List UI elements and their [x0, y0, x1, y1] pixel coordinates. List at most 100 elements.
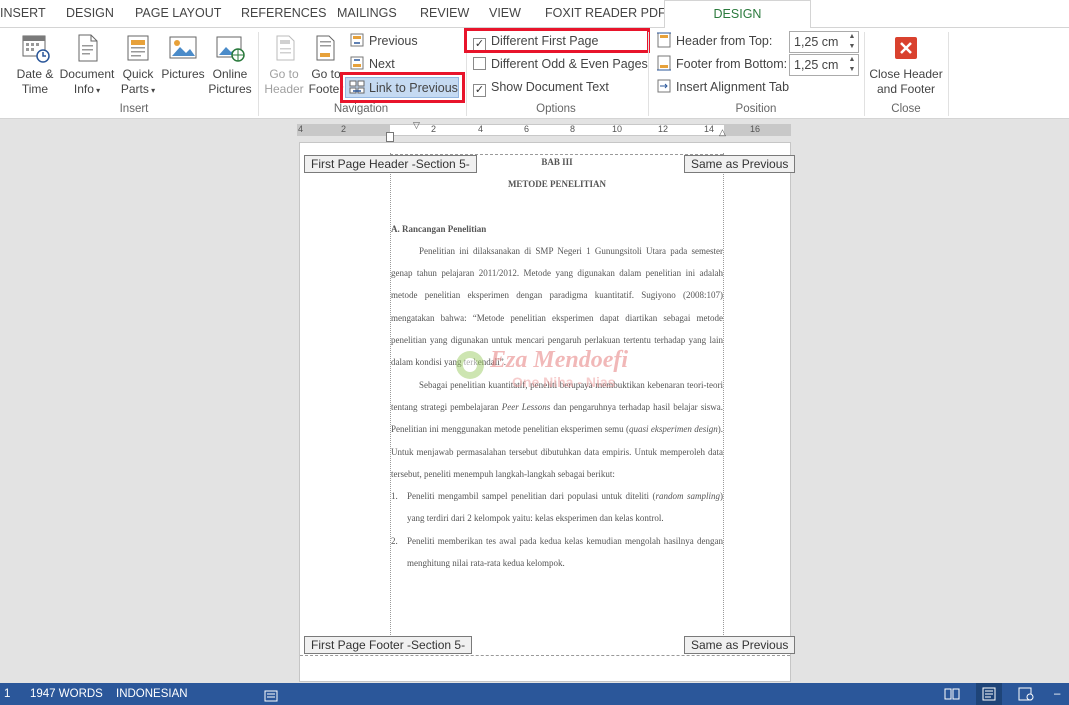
date-time-button[interactable]: Date & Time	[12, 32, 58, 97]
show-document-text-label: Show Document Text	[491, 80, 609, 94]
language-indicator[interactable]: INDONESIAN	[116, 683, 188, 705]
tab-stop-marker-icon[interactable]	[386, 132, 394, 142]
go-to-header-label-2: Header	[264, 82, 304, 96]
tab-foxit-reader-pdf[interactable]: FOXIT READER PDF	[545, 0, 666, 27]
tab-references[interactable]: REFERENCES	[241, 0, 326, 27]
show-document-text-checkbox[interactable]: ✓ Show Document Text	[473, 77, 609, 97]
watermark-title: Eza Mendoefi	[489, 347, 628, 373]
page-indicator[interactable]: 1	[4, 683, 10, 705]
document-page[interactable]: First Page Header -Section 5- Same as Pr…	[299, 142, 796, 682]
spin-arrows-icon[interactable]: ▲ ▼	[846, 32, 858, 52]
watermark-logo: Eza Mendoefi One Niha - Nias	[452, 343, 682, 393]
next-label: Next	[369, 57, 395, 71]
group-separator	[948, 32, 949, 116]
link-to-previous-highlight	[340, 72, 465, 103]
options-group-label: Options	[536, 103, 576, 115]
footer-from-bottom-value: 1,25 cm	[794, 58, 839, 72]
ruler-tick: 16	[750, 124, 761, 134]
go-to-footer-label-1: Go to	[311, 67, 341, 81]
insert-group-label: Insert	[119, 103, 149, 115]
ruler-tick: 10	[612, 124, 623, 134]
go-to-header-icon	[268, 32, 300, 64]
next-section-icon	[349, 55, 365, 71]
tab-insert[interactable]: INSERT	[0, 0, 46, 27]
online-pictures-icon	[214, 32, 246, 64]
close-icon	[890, 32, 922, 64]
tab-mailings[interactable]: MAILINGS	[337, 0, 397, 27]
ruler-tick: 8	[570, 124, 576, 134]
different-odd-even-label: Different Odd & Even Pages	[491, 57, 648, 71]
insert-alignment-tab-label: Insert Alignment Tab	[676, 80, 790, 94]
navigation-group-label: Navigation	[333, 103, 389, 115]
chapter-title: METODE PENELITIAN	[507, 179, 607, 190]
footer-position-icon	[656, 55, 672, 71]
document-info-button[interactable]: Document Info ▾	[58, 32, 116, 98]
close-header-footer-label-2: and Footer	[876, 82, 936, 96]
different-odd-even-checkbox[interactable]: Different Odd & Even Pages	[473, 54, 648, 74]
checkmark-icon: ✓	[473, 84, 486, 97]
print-layout-icon[interactable]	[976, 683, 1002, 705]
header-from-top-value: 1,25 cm	[794, 35, 839, 49]
date-time-label-2: Time	[21, 82, 49, 96]
quick-parts-icon	[122, 32, 154, 64]
online-pictures-button[interactable]: Online Pictures	[207, 32, 253, 97]
pictures-button[interactable]: Pictures	[160, 32, 206, 82]
position-group-label: Position	[735, 103, 777, 115]
group-separator	[648, 32, 649, 116]
spin-arrows-icon[interactable]: ▲ ▼	[846, 55, 858, 75]
go-to-header-label-1: Go to	[269, 67, 299, 81]
macro-record-icon[interactable]	[264, 688, 278, 705]
go-to-footer-icon	[310, 32, 342, 64]
header-from-top-input[interactable]: 1,25 cm ▲ ▼	[789, 31, 859, 53]
close-group-label: Close	[891, 103, 921, 115]
document-info-icon	[71, 32, 103, 64]
tab-review[interactable]: REVIEW	[420, 0, 469, 27]
footer-from-bottom-label: Footer from Bottom:	[676, 57, 788, 71]
pictures-label: Pictures	[161, 67, 205, 81]
indent-marker-icon[interactable]: ▽	[413, 120, 420, 131]
ribbon-tab-bar: INSERT DESIGN PAGE LAYOUT REFERENCES MAI…	[0, 0, 1069, 28]
quick-parts-label-2: Parts	[120, 82, 149, 96]
empty-checkbox-icon	[473, 57, 486, 70]
header-from-top-label-row: Header from Top:	[656, 31, 772, 51]
previous-button[interactable]: Previous	[349, 31, 418, 51]
quick-parts-button[interactable]: Quick Parts ▾	[119, 32, 157, 98]
insert-alignment-tab-button[interactable]: Insert Alignment Tab	[656, 77, 789, 97]
next-button[interactable]: Next	[349, 54, 395, 74]
tab-header-footer-design[interactable]: DESIGN	[664, 0, 811, 28]
ruler-tick: 4	[298, 124, 304, 134]
tab-design[interactable]: DESIGN	[66, 0, 114, 27]
footer-same-as-previous-tag: Same as Previous	[684, 636, 796, 654]
document-info-label-2: Info	[73, 82, 94, 96]
group-separator	[864, 32, 865, 116]
ruler-tick: 14	[704, 124, 715, 134]
date-time-label-1: Date &	[16, 67, 54, 81]
close-header-footer-button[interactable]: Close Header and Footer	[868, 32, 944, 97]
read-mode-icon[interactable]	[944, 687, 960, 705]
tab-page-layout[interactable]: PAGE LAYOUT	[135, 0, 221, 27]
go-to-footer-label-2: Footer	[308, 82, 344, 96]
ruler-tick: 6	[524, 124, 530, 134]
horizontal-ruler[interactable]: 4 2 2 4 6 8 10 12 14 16 ▽ △	[297, 120, 791, 138]
ribbon: Date & Time Document Info ▾ Quick Parts …	[0, 27, 1069, 119]
right-margin-guide	[723, 153, 724, 653]
word-count[interactable]: 1947 WORDS	[30, 683, 103, 705]
go-to-header-button[interactable]: Go to Header	[262, 32, 306, 97]
tab-view[interactable]: VIEW	[489, 0, 521, 27]
quick-parts-label-1: Quick	[122, 67, 154, 81]
calendar-clock-icon	[19, 32, 51, 64]
zoom-out-button[interactable]: –	[1054, 683, 1060, 705]
picture-icon	[167, 32, 199, 64]
watermark-subtitle: One Niha - Nias	[512, 374, 616, 390]
group-separator	[258, 32, 259, 116]
list-item: 2. Peneliti memberikan tes awal pada kedu…	[391, 535, 723, 569]
web-layout-icon[interactable]	[1018, 687, 1034, 705]
first-page-footer-tag: First Page Footer -Section 5-	[304, 636, 473, 654]
footer-from-bottom-input[interactable]: 1,25 cm ▲ ▼	[789, 54, 859, 76]
header-position-icon	[656, 32, 672, 48]
header-from-top-label: Header from Top:	[676, 34, 773, 48]
right-indent-marker-icon[interactable]: △	[719, 127, 726, 138]
ruler-tick: 12	[658, 124, 669, 134]
different-first-page-highlight	[464, 28, 650, 53]
go-to-footer-button[interactable]: Go to Footer	[308, 32, 344, 97]
